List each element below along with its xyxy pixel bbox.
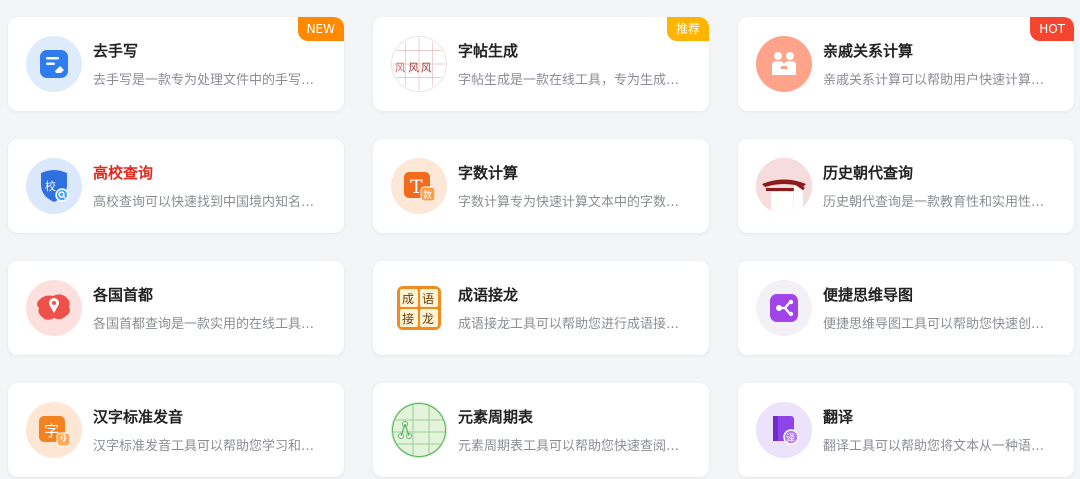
tool-card[interactable]: 成语接龙成语接龙成语接龙工具可以帮助您进行成语接龙游戏并学习成语: [373, 261, 709, 355]
tool-grid: 去手写去手写是一款专为处理文件中的手写内容设计的在线工具NEW风风风字帖生成字帖…: [0, 0, 1080, 479]
idiom-tiles-icon: 成语接龙: [391, 280, 447, 336]
tool-card[interactable]: 历史朝代查询历史朝代查询是一款教育性和实用性兼具的在线工具: [738, 139, 1074, 233]
svg-text:风: 风: [395, 63, 406, 75]
family-people-icon: [756, 36, 812, 92]
copybook-grid-icon: 风风风: [391, 36, 447, 92]
tool-card[interactable]: 风风风字帖生成字帖生成是一款在线工具，专为生成书法练习字帖设计推荐: [373, 17, 709, 111]
tool-description: 元素周期表工具可以帮助您快速查阅化学元素的信息: [458, 439, 686, 454]
tool-card[interactable]: T数字数计算字数计算专为快速计算文本中的字数而设计的在线工具: [373, 139, 709, 233]
translate-book-icon: 译: [756, 402, 812, 458]
tool-description: 字数计算专为快速计算文本中的字数而设计的在线工具: [458, 195, 686, 210]
map-pin-icon: [26, 280, 82, 336]
mindmap-icon: [756, 280, 812, 336]
tool-description: 字帖生成是一款在线工具，专为生成书法练习字帖设计: [458, 73, 686, 88]
svg-text:接: 接: [402, 311, 414, 326]
svg-text:成: 成: [402, 292, 414, 306]
tool-title: 各国首都: [93, 286, 154, 304]
tool-title: 字数计算: [458, 164, 519, 182]
tool-title: 亲戚关系计算: [823, 42, 914, 60]
tool-badge: HOT: [1030, 17, 1074, 41]
tool-title: 翻译: [823, 408, 854, 426]
tool-description: 翻译工具可以帮助您将文本从一种语言翻译成另一种语言: [823, 439, 1051, 454]
tool-description: 便捷思维导图工具可以帮助您快速创建清晰的思维导图: [823, 317, 1051, 332]
svg-text:龙: 龙: [422, 312, 434, 326]
tool-description: 汉字标准发音工具可以帮助您学习和掌握汉字的标准读音: [93, 439, 321, 454]
tool-title: 字帖生成: [458, 42, 519, 60]
tool-description: 去手写是一款专为处理文件中的手写内容设计的在线工具: [93, 73, 321, 88]
tool-title: 元素周期表: [458, 408, 534, 426]
tool-card[interactable]: 去手写去手写是一款专为处理文件中的手写内容设计的在线工具 NEW: [8, 17, 344, 111]
tool-card[interactable]: 元素周期表元素周期表工具可以帮助您快速查阅化学元素的信息: [373, 383, 709, 477]
tool-title: 高校查询: [93, 164, 154, 182]
tool-description: 亲戚关系计算可以帮助用户快速计算亲戚之间的称呼: [823, 73, 1051, 88]
svg-text:数: 数: [423, 189, 432, 201]
svg-text:语: 语: [422, 292, 434, 306]
tool-card[interactable]: 便捷思维导图便捷思维导图工具可以帮助您快速创建清晰的思维导图: [738, 261, 1074, 355]
tool-title: 去手写: [93, 42, 139, 60]
school-shield-icon: 校: [26, 158, 82, 214]
svg-text:风: 风: [408, 63, 419, 75]
svg-text:校: 校: [45, 179, 56, 193]
tool-title: 成语接龙: [458, 286, 519, 304]
tool-title: 汉字标准发音: [93, 408, 184, 426]
tool-description: 高校查询可以快速找到中国境内知名高校的相关信息: [93, 195, 321, 210]
tool-badge: NEW: [297, 17, 344, 41]
tool-card[interactable]: 字汉字标准发音汉字标准发音工具可以帮助您学习和掌握汉字的标准读音: [8, 383, 344, 477]
char-sound-icon: 字: [26, 402, 82, 458]
svg-text:风: 风: [421, 63, 432, 75]
eraser-doc-icon: [26, 36, 82, 92]
tool-description: 成语接龙工具可以帮助您进行成语接龙游戏并学习成语: [458, 317, 686, 332]
tool-card[interactable]: 译 翻译翻译工具可以帮助您将文本从一种语言翻译成另一种语言: [738, 383, 1074, 477]
tool-card[interactable]: 校 高校查询高校查询可以快速找到中国境内知名高校的相关信息: [8, 139, 344, 233]
svg-text:译: 译: [786, 433, 795, 444]
tool-description: 历史朝代查询是一款教育性和实用性兼具的在线工具: [823, 195, 1051, 210]
tool-description: 各国首都查询是一款实用的在线工具，方便查询首都: [93, 317, 321, 332]
tool-badge: 推荐: [666, 17, 709, 41]
palace-roof-icon: [756, 158, 812, 214]
tool-card[interactable]: 亲戚关系计算亲戚关系计算可以帮助用户快速计算亲戚之间的称呼 HOT: [738, 17, 1074, 111]
periodic-table-icon: [391, 402, 447, 458]
tool-card[interactable]: 各国首都各国首都查询是一款实用的在线工具，方便查询首都: [8, 261, 344, 355]
text-count-icon: T数: [391, 158, 447, 214]
tool-title: 便捷思维导图: [823, 286, 914, 304]
tool-title: 历史朝代查询: [823, 164, 914, 182]
